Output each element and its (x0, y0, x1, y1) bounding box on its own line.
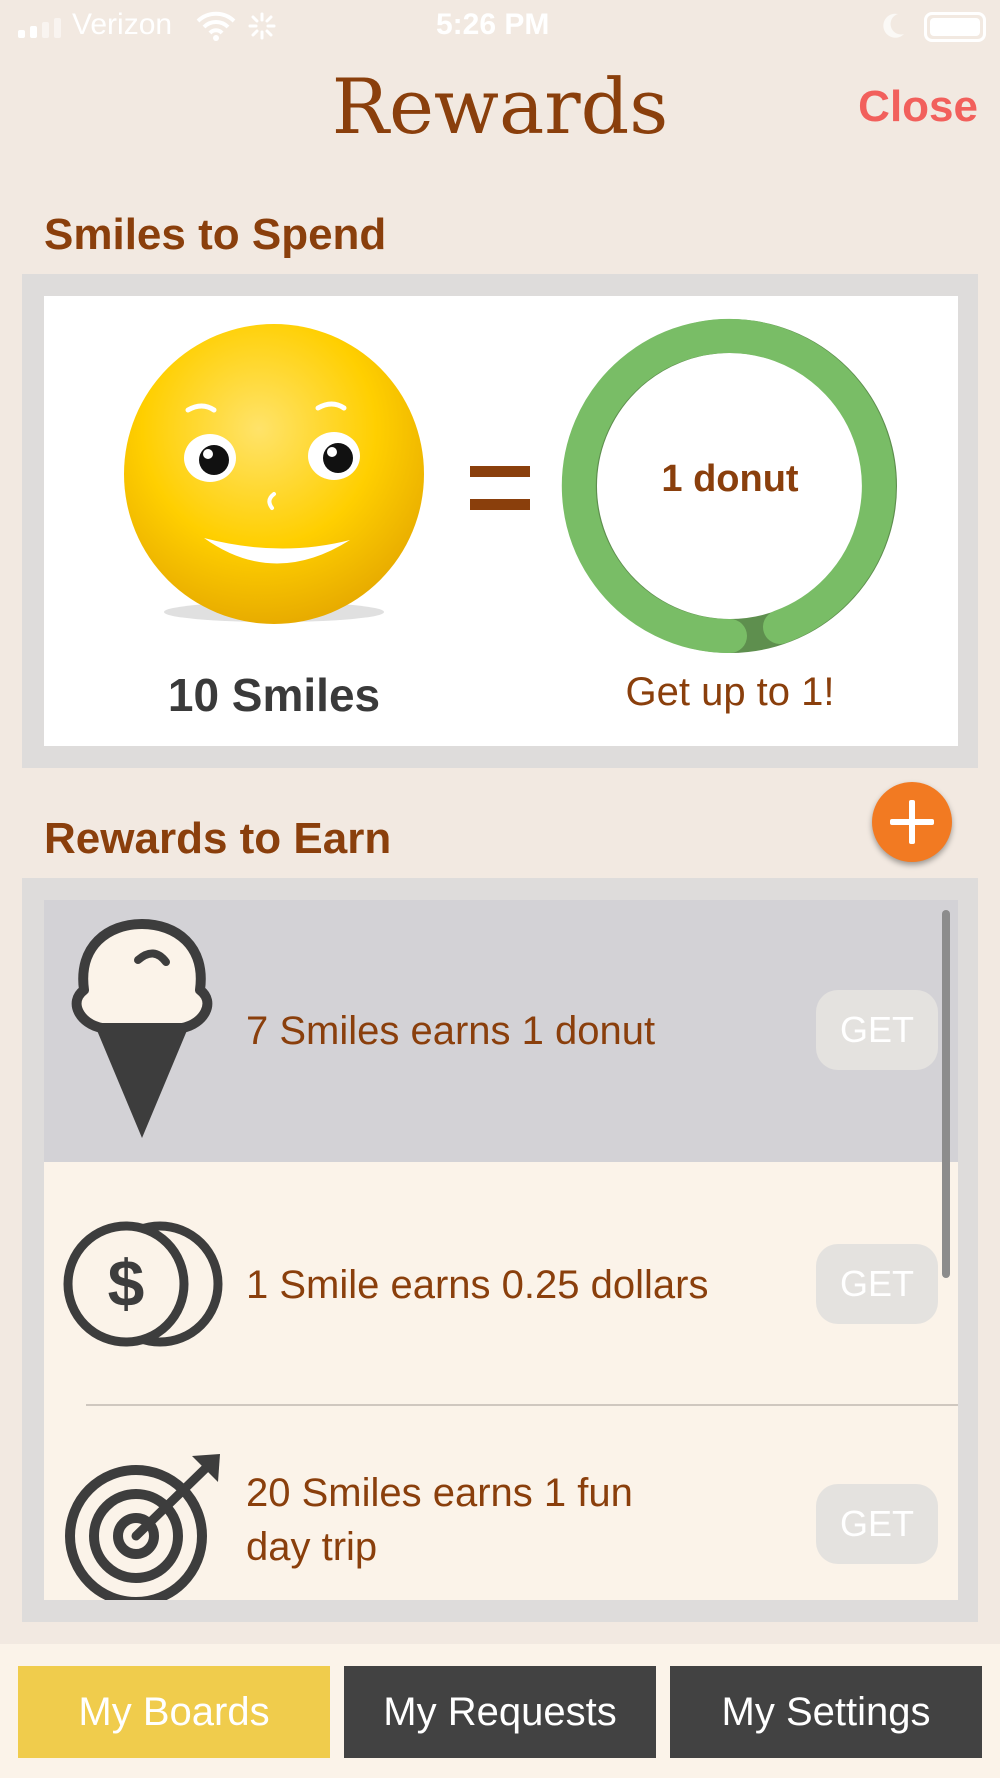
list-item[interactable]: 20 Smiles earns 1 fun day trip GET (44, 1406, 958, 1600)
reward-description: 1 Smile earns 0.25 dollars (246, 1263, 709, 1307)
reward-description: 20 Smiles earns 1 fun day trip (246, 1466, 633, 1574)
list-item[interactable]: $ 1 Smile earns 0.25 dollars GET (44, 1162, 958, 1404)
get-button[interactable]: GET (816, 1244, 938, 1324)
status-time: 5:26 PM (436, 8, 550, 41)
bottom-tab-bar: My Boards My Requests My Settings (0, 1644, 1000, 1778)
reward-description-line-2: day trip (246, 1525, 378, 1569)
battery-icon (924, 12, 986, 42)
activity-spinner-icon (248, 12, 276, 40)
carrier-name: Verizon (72, 8, 173, 41)
add-reward-button[interactable] (872, 782, 952, 862)
smiles-count: 10 Smiles (167, 669, 381, 721)
tab-my-boards[interactable]: My Boards (18, 1666, 330, 1758)
get-up-to-text: Get up to 1! (625, 670, 835, 714)
coins-icon: $ (63, 1221, 223, 1347)
smiles-to-spend-heading: Smiles to Spend (44, 210, 387, 259)
list-scrollbar[interactable] (942, 910, 950, 1278)
reward-description: 7 Smiles earns 1 donut (246, 1009, 656, 1053)
status-bar: Verizon 5:26 PM (0, 0, 1000, 56)
target-icon (65, 1454, 220, 1600)
tab-my-requests[interactable]: My Requests (344, 1666, 656, 1758)
wifi-icon (196, 11, 236, 41)
equals-sign (470, 466, 530, 532)
svg-text:$: $ (108, 1246, 145, 1320)
close-button[interactable]: Close (858, 82, 978, 132)
page-title: Rewards (331, 62, 669, 151)
ice-cream-icon (71, 919, 213, 1138)
signal-strength-icon (18, 16, 61, 38)
rewards-to-earn-heading: Rewards to Earn (44, 814, 392, 863)
do-not-disturb-icon (883, 13, 904, 38)
get-button[interactable]: GET (816, 990, 938, 1070)
reward-ring-label: 1 donut (661, 458, 799, 500)
reward-description-line-1: 20 Smiles earns 1 fun (246, 1471, 633, 1515)
list-item[interactable]: 7 Smiles earns 1 donut GET (44, 900, 958, 1162)
tab-my-settings[interactable]: My Settings (670, 1666, 982, 1758)
smiley-face-icon (124, 324, 424, 624)
get-button[interactable]: GET (816, 1484, 938, 1564)
rewards-list[interactable]: 7 Smiles earns 1 donut GET $ 1 Smile ear… (44, 900, 958, 1600)
